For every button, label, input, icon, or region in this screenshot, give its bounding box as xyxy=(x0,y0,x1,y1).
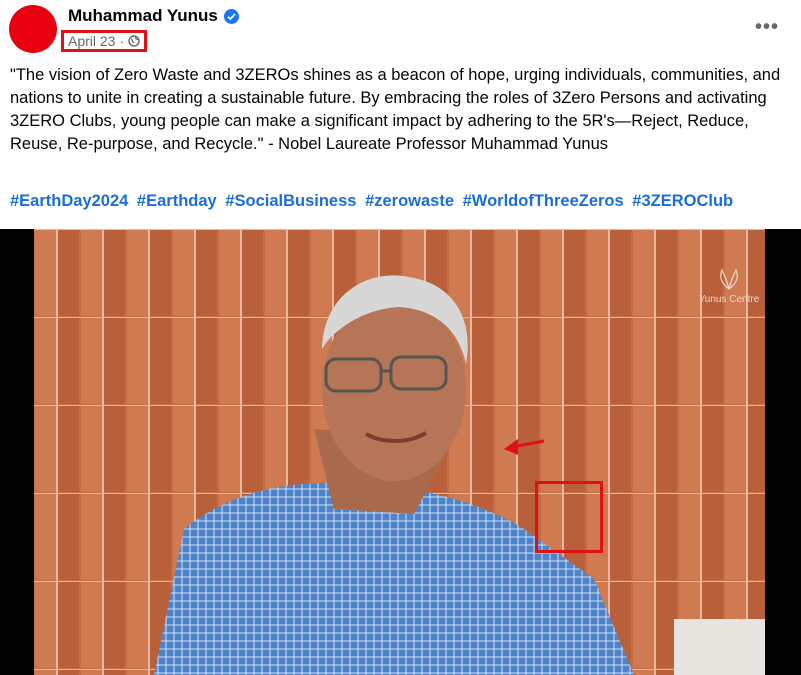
post-date[interactable]: April 23 xyxy=(68,33,115,49)
meta-separator: · xyxy=(119,33,125,49)
hashtag-link[interactable]: #zerowaste xyxy=(365,192,454,210)
hashtag-link[interactable]: #EarthDay2024 xyxy=(10,192,128,210)
watermark-text: Yunus Centre xyxy=(698,294,760,305)
author-name[interactable]: Muhammad Yunus xyxy=(68,6,218,26)
post-body: "The vision of Zero Waste and 3ZEROs shi… xyxy=(10,66,781,153)
yunus-centre-logo-icon xyxy=(720,268,738,290)
avatar[interactable] xyxy=(9,5,57,53)
annotation-highlight-box xyxy=(535,481,603,553)
hashtag-link[interactable]: #SocialBusiness xyxy=(225,192,356,210)
hashtag-link[interactable]: #3ZEROClub xyxy=(632,192,733,210)
video-scene xyxy=(34,229,765,675)
author-row: Muhammad Yunus xyxy=(68,6,239,26)
hashtag-list: #EarthDay2024 #Earthday #SocialBusiness … xyxy=(10,192,737,211)
more-options-icon[interactable]: ••• xyxy=(755,16,779,39)
post-header: Muhammad Yunus April 23 · ••• xyxy=(0,0,801,60)
video-frame[interactable]: Yunus Centre xyxy=(34,229,765,675)
post-meta-highlight: April 23 · xyxy=(61,30,148,52)
globe-icon[interactable] xyxy=(128,35,140,47)
hashtag-link[interactable]: #Earthday xyxy=(137,192,217,210)
video-watermark: Yunus Centre xyxy=(694,267,764,305)
hashtag-link[interactable]: #WorldofThreeZeros xyxy=(463,192,624,210)
verified-badge-icon xyxy=(223,8,239,24)
video-player[interactable]: Yunus Centre xyxy=(0,229,801,675)
